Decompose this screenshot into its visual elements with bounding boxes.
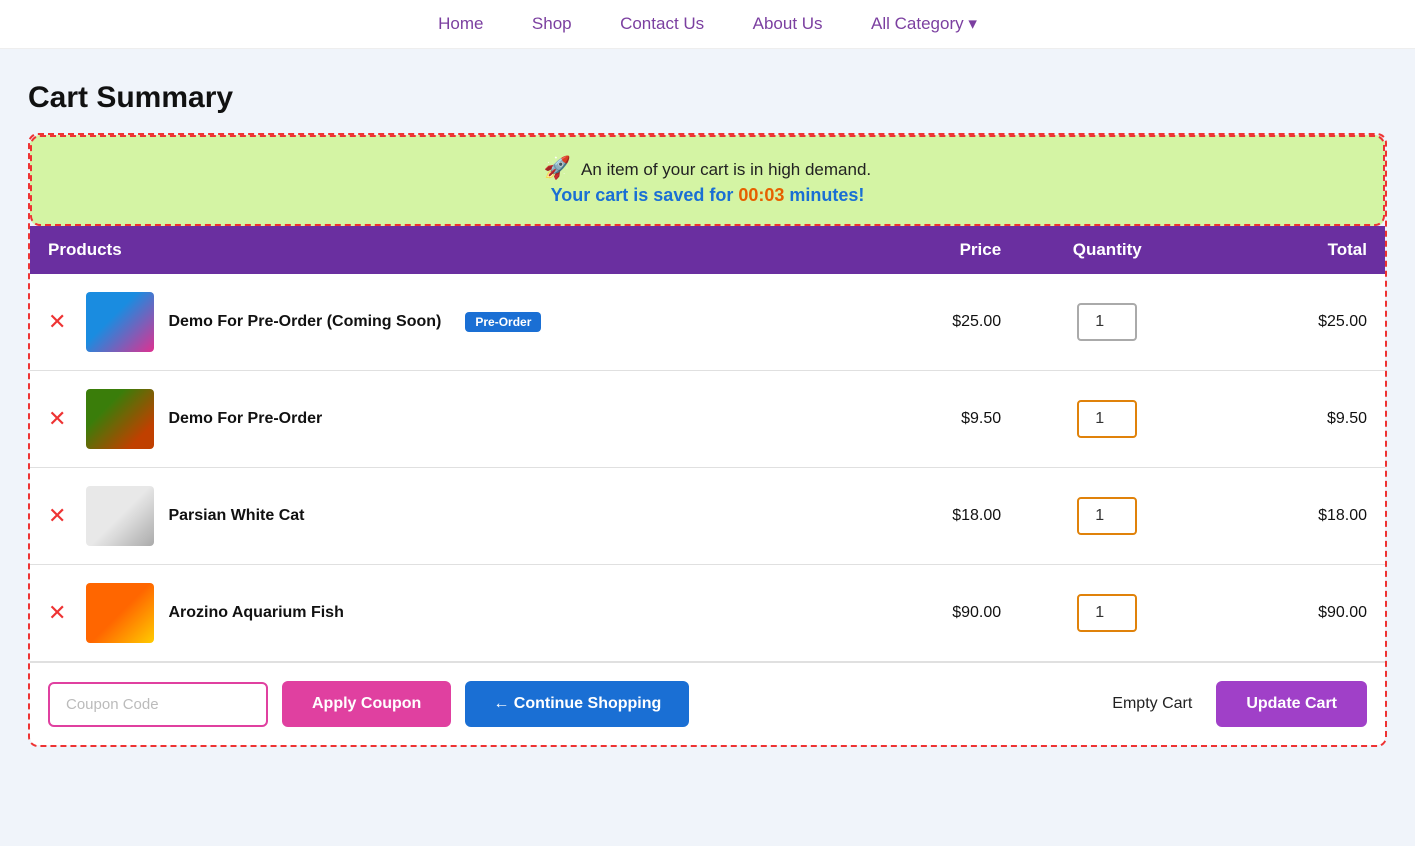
total-cell-1: $9.50 [1195,371,1385,468]
qty-input-1[interactable] [1077,400,1137,438]
preorder-badge-0: Pre-Order [465,312,541,332]
nav-shop[interactable]: Shop [532,14,572,33]
alert-line2: Your cart is saved for 00:03 minutes! [62,185,1353,206]
price-cell-3: $90.00 [843,565,1019,662]
table-header-row: Products Price Quantity Total [30,226,1385,274]
table-row: ✕ Demo For Pre-Order (Coming Soon) Pre-O… [30,274,1385,371]
qty-cell-2 [1019,468,1195,565]
product-name-2: Parsian White Cat [168,507,304,525]
remove-button-2[interactable]: ✕ [48,503,66,529]
total-cell-0: $25.00 [1195,274,1385,371]
product-name-1: Demo For Pre-Order [168,410,322,428]
qty-cell-0 [1019,274,1195,371]
product-thumbnail-3 [86,583,154,643]
product-thumbnail-1 [86,389,154,449]
price-cell-2: $18.00 [843,468,1019,565]
price-cell-0: $25.00 [843,274,1019,371]
remove-button-3[interactable]: ✕ [48,600,66,626]
price-cell-1: $9.50 [843,371,1019,468]
nav-contact[interactable]: Contact Us [620,14,704,33]
total-cell-2: $18.00 [1195,468,1385,565]
remove-button-0[interactable]: ✕ [48,309,66,335]
page-title: Cart Summary [28,81,1387,115]
total-cell-3: $90.00 [1195,565,1385,662]
table-row: ✕ Parsian White Cat $18.00 $18.00 [30,468,1385,565]
apply-coupon-button[interactable]: Apply Coupon [282,681,451,727]
col-header-price: Price [843,226,1019,274]
product-thumbnail-0 [86,292,154,352]
qty-input-0[interactable] [1077,303,1137,341]
continue-shopping-button[interactable]: ← Continue Shopping [465,681,689,727]
qty-cell-3 [1019,565,1195,662]
navigation: Home Shop Contact Us About Us All Catego… [0,0,1415,49]
product-cell-0: ✕ Demo For Pre-Order (Coming Soon) Pre-O… [30,274,843,371]
bottom-bar: Apply Coupon ← Continue Shopping Empty C… [30,662,1385,745]
cart-table: Products Price Quantity Total ✕ Demo For… [30,226,1385,662]
coupon-input[interactable] [48,682,268,727]
alert-line1: 🚀 An item of your cart is in high demand… [62,155,1353,181]
col-header-products: Products [30,226,843,274]
col-header-quantity: Quantity [1019,226,1195,274]
product-thumbnail-2 [86,486,154,546]
alert-banner: 🚀 An item of your cart is in high demand… [30,135,1385,226]
nav-home[interactable]: Home [438,14,483,33]
qty-input-2[interactable] [1077,497,1137,535]
empty-cart-label: Empty Cart [1112,695,1192,713]
main-content: Cart Summary 🚀 An item of your cart is i… [0,49,1415,767]
nav-all-category[interactable]: All Category ▾ [871,14,977,33]
product-cell-1: ✕ Demo For Pre-Order [30,371,843,468]
update-cart-button[interactable]: Update Cart [1216,681,1367,727]
cart-timer: 00:03 [738,185,784,205]
rocket-icon: 🚀 [544,155,571,180]
product-name-0: Demo For Pre-Order (Coming Soon) [168,313,441,331]
product-cell-2: ✕ Parsian White Cat [30,468,843,565]
cart-container: 🚀 An item of your cart is in high demand… [28,133,1387,747]
qty-cell-1 [1019,371,1195,468]
product-cell-3: ✕ Arozino Aquarium Fish [30,565,843,662]
remove-button-1[interactable]: ✕ [48,406,66,432]
qty-input-3[interactable] [1077,594,1137,632]
nav-about[interactable]: About Us [753,14,823,33]
product-name-3: Arozino Aquarium Fish [168,604,343,622]
col-header-total: Total [1195,226,1385,274]
table-row: ✕ Arozino Aquarium Fish $90.00 $90.00 [30,565,1385,662]
table-row: ✕ Demo For Pre-Order $9.50 $9.50 [30,371,1385,468]
